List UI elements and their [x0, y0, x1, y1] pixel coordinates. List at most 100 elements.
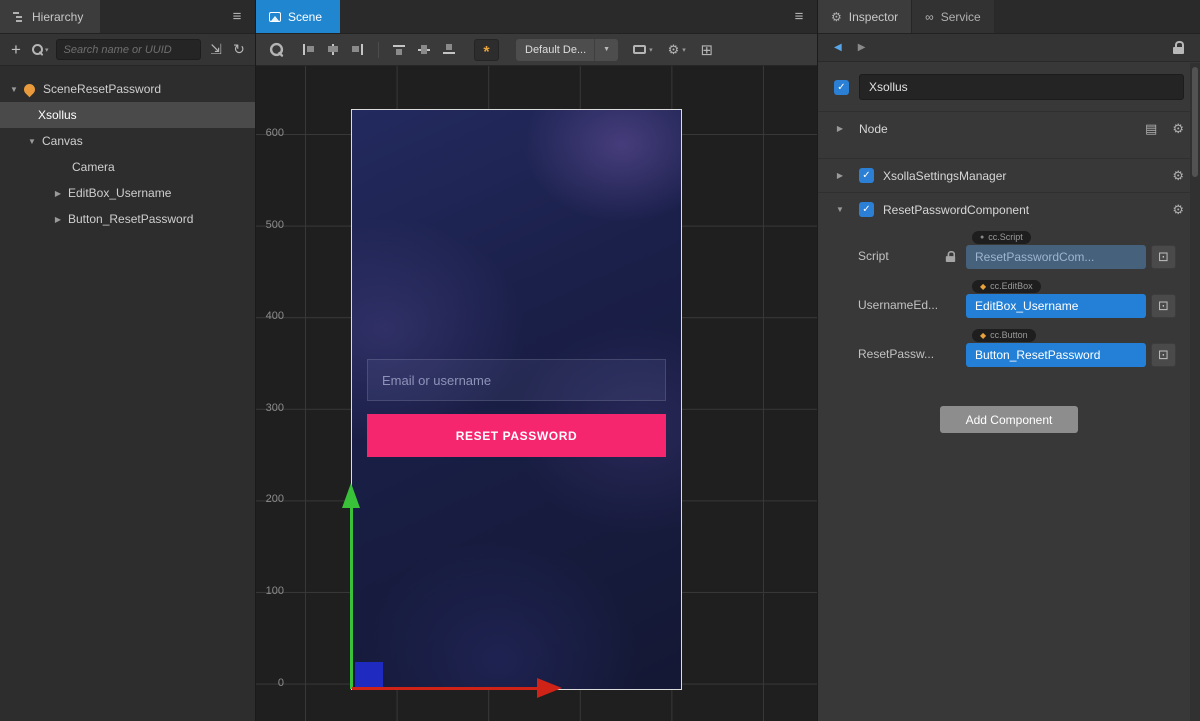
hierarchy-menu-icon[interactable]: ≡: [219, 0, 255, 33]
script-reference-field[interactable]: ResetPasswordCom...: [966, 245, 1146, 269]
link-icon: ∞: [925, 10, 934, 24]
create-node-button[interactable]: +: [8, 40, 24, 60]
ruler-label: 400: [260, 310, 284, 322]
collapse-icon[interactable]: ▶: [52, 189, 64, 198]
align-bottom-icon[interactable]: [441, 42, 457, 57]
gear-icon[interactable]: ⚙: [1172, 121, 1184, 137]
x-axis-arrowhead[interactable]: [537, 678, 562, 698]
view-mode-dropdown[interactable]: ▾: [633, 40, 653, 60]
component-label: ResetPasswordComponent: [883, 203, 1029, 217]
property-row-script: Script ● cc.Script ResetPasswordCom... ⊡: [858, 231, 1176, 269]
align-left-icon[interactable]: [300, 42, 316, 57]
component-enabled-checkbox[interactable]: ✓: [859, 168, 874, 183]
ruler-label: 500: [260, 219, 284, 231]
button-reference-field[interactable]: Button_ResetPassword: [966, 343, 1146, 367]
collapse-icon[interactable]: ▶: [834, 124, 846, 133]
caret-down-icon: ▾: [649, 46, 653, 54]
scene-settings-dropdown[interactable]: ⚙ ▾: [668, 40, 686, 60]
expand-icon[interactable]: ▼: [834, 205, 846, 214]
tab-inspector[interactable]: ⚙ Inspector: [818, 0, 911, 33]
property-row-username-editbox: UsernameEd... ◆ cc.EditBox EditBox_Usern…: [858, 280, 1176, 318]
editbox-placeholder-text: Email or username: [382, 373, 491, 388]
node-section-label: Node: [859, 122, 888, 136]
tree-item-camera[interactable]: Camera: [0, 154, 255, 180]
editbox-reference-field[interactable]: EditBox_Username: [966, 294, 1146, 318]
search-filter-button[interactable]: ▾: [31, 43, 49, 56]
gear-icon[interactable]: ⚙: [1172, 168, 1184, 184]
hierarchy-tabbar: Hierarchy ≡: [0, 0, 255, 34]
zoom-button[interactable]: [270, 40, 291, 60]
tree-item-button-resetpassword[interactable]: ▶ Button_ResetPassword: [0, 206, 255, 232]
caret-down-icon: ▾: [45, 46, 49, 54]
expand-icon[interactable]: ▼: [8, 85, 20, 94]
picker-icon: ⊡: [1158, 347, 1169, 363]
tab-hierarchy[interactable]: Hierarchy: [0, 0, 100, 33]
gizmo-toggle-button[interactable]: *: [474, 39, 499, 61]
refresh-icon[interactable]: ↻: [231, 40, 247, 60]
reset-password-component-header[interactable]: ▼ ✓ ResetPasswordComponent ⚙: [818, 192, 1200, 226]
ruler-label: 300: [260, 402, 284, 414]
design-canvas[interactable]: Email or username RESET PASSWORD: [351, 109, 682, 690]
inspector-scrollbar[interactable]: [1190, 63, 1200, 721]
scene-flame-icon: [22, 81, 38, 97]
ruler-label: 600: [260, 127, 284, 139]
lock-icon[interactable]: [1173, 41, 1184, 54]
component-label: XsollaSettingsManager: [883, 169, 1006, 183]
device-preset-dropdown[interactable]: Default De... ▼: [516, 39, 618, 61]
component-enabled-checkbox[interactable]: ✓: [859, 202, 874, 217]
collapse-all-icon[interactable]: ⇲: [208, 40, 224, 60]
ruler-label: 0: [260, 677, 284, 689]
hierarchy-title: Hierarchy: [32, 10, 83, 24]
tab-service[interactable]: ∞ Service: [911, 0, 994, 33]
add-component-button[interactable]: Add Component: [940, 406, 1078, 433]
presets-icon[interactable]: ▤: [1145, 121, 1157, 137]
scene-tabbar: Scene ≡: [256, 0, 817, 34]
node-picker-button[interactable]: ⊡: [1151, 294, 1176, 318]
collapse-icon[interactable]: ▶: [52, 215, 64, 224]
lock-icon: [946, 250, 955, 261]
x-axis-gizmo[interactable]: [352, 687, 537, 690]
reset-password-button-preview[interactable]: RESET PASSWORD: [367, 414, 666, 457]
align-right-icon[interactable]: [350, 42, 366, 57]
tab-scene[interactable]: Scene: [256, 0, 340, 33]
expand-icon[interactable]: ▼: [26, 137, 38, 146]
node-name-input[interactable]: [859, 74, 1184, 100]
tree-item-editbox-username[interactable]: ▶ EditBox_Username: [0, 180, 255, 206]
ruler-label: 200: [260, 493, 284, 505]
scene-menu-icon[interactable]: ≡: [781, 0, 817, 33]
node-picker-button[interactable]: ⊡: [1151, 343, 1176, 367]
inspector-nav-row: ◀ ▶: [818, 34, 1200, 62]
search-input[interactable]: [56, 39, 201, 60]
dot-icon: ●: [980, 234, 984, 241]
gear-icon[interactable]: ⚙: [1172, 202, 1184, 218]
y-axis-arrowhead[interactable]: [342, 483, 360, 508]
caret-down-icon: ▾: [682, 46, 686, 54]
collapse-icon[interactable]: ▶: [834, 171, 846, 180]
y-axis-gizmo[interactable]: [350, 508, 353, 689]
node-section-header[interactable]: ▶ Node ▤ ⚙: [818, 111, 1200, 145]
align-top-icon[interactable]: [391, 42, 407, 57]
diamond-icon: ◆: [980, 331, 986, 340]
align-middle-icon[interactable]: [416, 42, 432, 57]
origin-rect-gizmo[interactable]: [355, 662, 383, 690]
scene-viewport[interactable]: 600 500 400 300 200 100 0 Email or usern…: [256, 66, 817, 721]
history-forward-button[interactable]: ▶: [858, 42, 866, 53]
grid-icon[interactable]: ⊞: [699, 40, 715, 60]
settings-manager-component-header[interactable]: ▶ ✓ XsollaSettingsManager ⚙: [818, 158, 1200, 192]
node-picker-button[interactable]: ⊡: [1151, 245, 1176, 269]
node-active-checkbox[interactable]: ✓: [834, 80, 849, 95]
history-back-button[interactable]: ◀: [834, 42, 842, 53]
username-editbox-preview[interactable]: Email or username: [367, 359, 666, 401]
gear-icon: ⚙: [668, 42, 680, 58]
tree-item-xsollus[interactable]: Xsollus: [0, 102, 255, 128]
tree-item-canvas[interactable]: ▼ Canvas: [0, 128, 255, 154]
type-tag: ◆ cc.Button: [972, 329, 1036, 342]
dropdown-arrow-icon: ▼: [594, 39, 618, 61]
align-center-icon[interactable]: [325, 42, 341, 57]
node-name-row: ✓: [818, 62, 1200, 111]
diamond-icon: ◆: [980, 282, 986, 291]
property-label: Script: [858, 249, 889, 263]
tree-item-scene-reset-password[interactable]: ▼ SceneResetPassword: [0, 76, 255, 102]
light-icon: *: [483, 44, 489, 62]
scrollbar-thumb[interactable]: [1192, 67, 1198, 177]
